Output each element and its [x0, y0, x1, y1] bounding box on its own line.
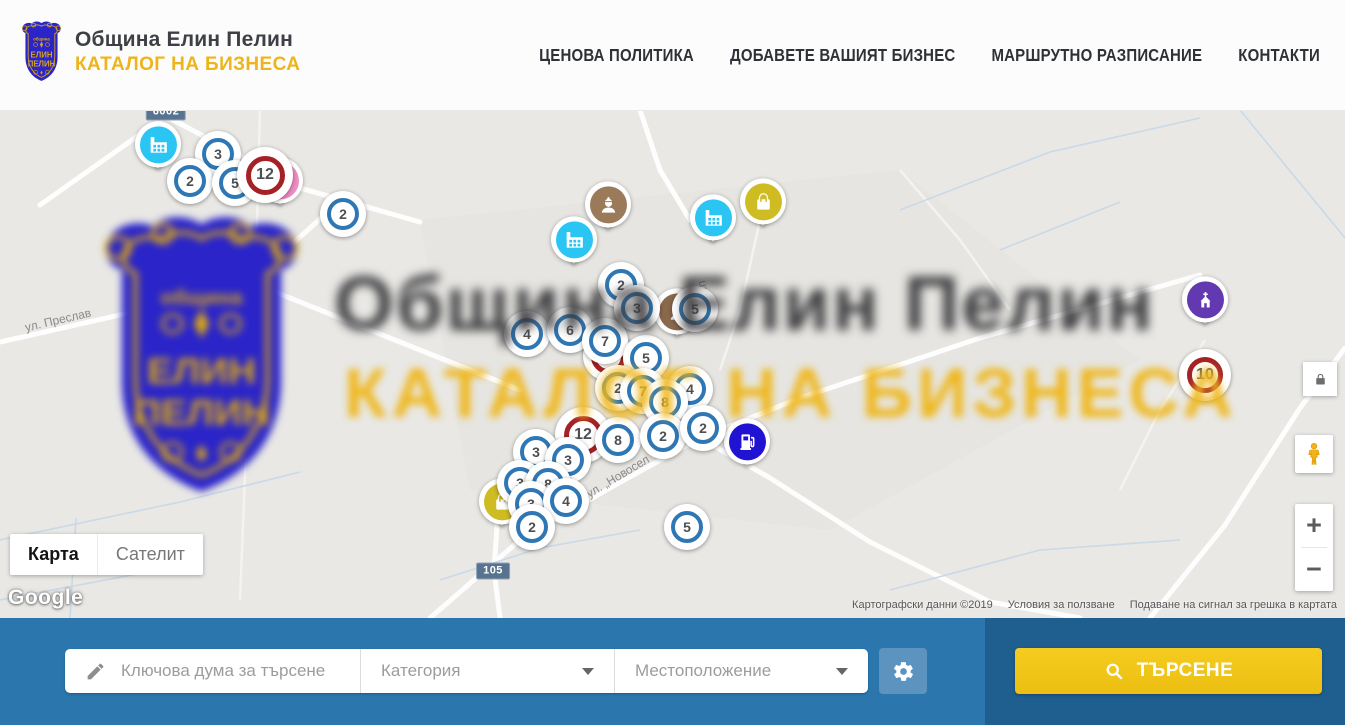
map-cluster-marker[interactable]: 5: [672, 286, 718, 332]
map-cluster-marker[interactable]: 10: [1179, 349, 1231, 401]
nav-item[interactable]: КОНТАКТИ: [1238, 45, 1320, 65]
municipality-emblem-icon: община ЕЛИН ПЕЛИН: [18, 20, 65, 84]
nav-item[interactable]: ЦЕНОВА ПОЛИТИКА: [539, 45, 694, 65]
search-submit-button[interactable]: ТЪРСЕНЕ: [1015, 648, 1322, 694]
map-cluster-marker[interactable]: 12: [237, 147, 293, 203]
pin-circle: [724, 418, 770, 464]
map-pin-shopping-bag[interactable]: [740, 178, 786, 236]
nav-item[interactable]: МАРШРУТНО РАЗПИСАНИЕ: [991, 45, 1202, 65]
brand-subtitle: КАТАЛОГ НА БИЗНЕСА: [75, 54, 300, 76]
factory-icon: [140, 126, 177, 163]
pegman-icon: [1301, 441, 1327, 467]
map-cluster-marker[interactable]: 2: [680, 405, 726, 451]
road-label-chip: 6002: [146, 110, 186, 121]
map-type-control: Карта Сателит: [10, 534, 203, 575]
pin-circle: [740, 178, 786, 224]
attribution-link[interactable]: Подаване на сигнал за грешка в картата: [1130, 599, 1337, 611]
google-logo[interactable]: Google: [8, 586, 83, 610]
page: община ЕЛИН ПЕЛИН Община Елин Пелин КАТА…: [0, 0, 1345, 725]
svg-text:ЕЛИН: ЕЛИН: [31, 50, 53, 59]
svg-text:община: община: [33, 36, 50, 41]
brand-title: Община Елин Пелин: [75, 28, 300, 52]
map-pin-fuel[interactable]: [724, 418, 770, 476]
map-cluster-marker[interactable]: 5: [664, 504, 710, 550]
svg-text:ПЕЛИН: ПЕЛИН: [28, 59, 56, 68]
gear-icon: [892, 660, 915, 683]
pencil-icon: [85, 661, 106, 682]
fuel-icon: [729, 423, 766, 460]
chevron-down-icon: [836, 668, 848, 675]
shopping-bag-icon: [745, 183, 782, 220]
map-type-satellite-button[interactable]: Сателит: [97, 534, 203, 575]
map-attribution: Картографски данни ©2019 Условия за ползв…: [852, 599, 1337, 611]
cluster-count: 2: [516, 511, 548, 543]
road-label-chip: 105: [476, 563, 510, 580]
map-type-map-button[interactable]: Карта: [10, 534, 97, 575]
cluster-count: 12: [246, 156, 285, 195]
category-select-value: Категория: [381, 661, 460, 681]
map-cluster-marker[interactable]: 8: [595, 417, 641, 463]
cluster-count: 2: [174, 165, 206, 197]
map-canvas[interactable]: 6002105 ул. Преславбул. „Новоселци 32512…: [0, 110, 1345, 618]
map-pin-factory[interactable]: [690, 194, 736, 252]
keyword-field-wrap: [65, 649, 360, 693]
pin-circle: [1182, 276, 1228, 322]
brand-text: Община Елин Пелин КАТАЛОГ НА БИЗНЕСА: [75, 28, 300, 76]
church-icon: [1187, 281, 1224, 318]
worker-icon: [590, 186, 627, 223]
search-submit-label: ТЪРСЕНЕ: [1137, 660, 1234, 682]
attribution-link[interactable]: Условия за ползване: [1008, 599, 1115, 611]
chevron-down-icon: [582, 668, 594, 675]
map-cluster-marker[interactable]: 2: [640, 413, 686, 459]
search-fields-group: Категория Местоположение: [65, 649, 868, 693]
location-select[interactable]: Местоположение: [614, 649, 868, 693]
cluster-count: 7: [589, 325, 621, 357]
map-pin-church[interactable]: [1182, 276, 1228, 334]
map-cluster-marker[interactable]: 2: [167, 158, 213, 204]
keyword-search-input[interactable]: [119, 660, 353, 682]
lock-button[interactable]: [1303, 362, 1337, 396]
site-header: община ЕЛИН ПЕЛИН Община Елин Пелин КАТА…: [0, 0, 1345, 111]
zoom-in-button[interactable]: +: [1295, 504, 1333, 547]
cluster-count: 2: [327, 198, 359, 230]
map-cluster-marker[interactable]: 4: [504, 311, 550, 357]
nav-item[interactable]: ДОБАВЕТЕ ВАШИЯТ БИЗНЕС: [730, 45, 955, 65]
cluster-count: 5: [671, 511, 703, 543]
pin-circle: [585, 181, 631, 227]
cluster-count: 2: [647, 420, 679, 452]
cluster-count: 3: [621, 292, 653, 324]
cluster-count: 5: [679, 293, 711, 325]
cluster-count: 8: [602, 424, 634, 456]
cluster-count: 2: [687, 412, 719, 444]
site-logo[interactable]: община ЕЛИН ПЕЛИН Община Елин Пелин КАТА…: [18, 20, 300, 84]
main-nav: ЦЕНОВА ПОЛИТИКА ДОБАВЕТЕ ВАШИЯТ БИЗНЕС МАР…: [539, 0, 1320, 110]
location-select-value: Местоположение: [635, 661, 771, 681]
factory-icon: [695, 199, 732, 236]
pin-circle: [690, 194, 736, 240]
map-cluster-marker[interactable]: 7: [582, 318, 628, 364]
search-bar: Категория Местоположение ТЪРСЕНЕ: [0, 618, 1345, 725]
cluster-count: 10: [1187, 357, 1223, 393]
pin-circle: [135, 121, 181, 167]
pegman-button[interactable]: [1295, 435, 1333, 473]
zoom-out-button[interactable]: −: [1295, 548, 1333, 591]
cluster-count: 4: [550, 485, 582, 517]
zoom-control: + −: [1295, 504, 1333, 591]
map-pin-worker[interactable]: [585, 181, 631, 239]
search-icon: [1104, 661, 1124, 681]
attribution-text: Картографски данни ©2019: [852, 599, 993, 611]
map-cluster-marker[interactable]: 2: [509, 504, 555, 550]
cluster-count: 4: [511, 318, 543, 350]
advanced-settings-button[interactable]: [879, 648, 927, 694]
lock-icon: [1312, 371, 1329, 388]
map-cluster-marker[interactable]: 2: [320, 191, 366, 237]
category-select[interactable]: Категория: [360, 649, 614, 693]
